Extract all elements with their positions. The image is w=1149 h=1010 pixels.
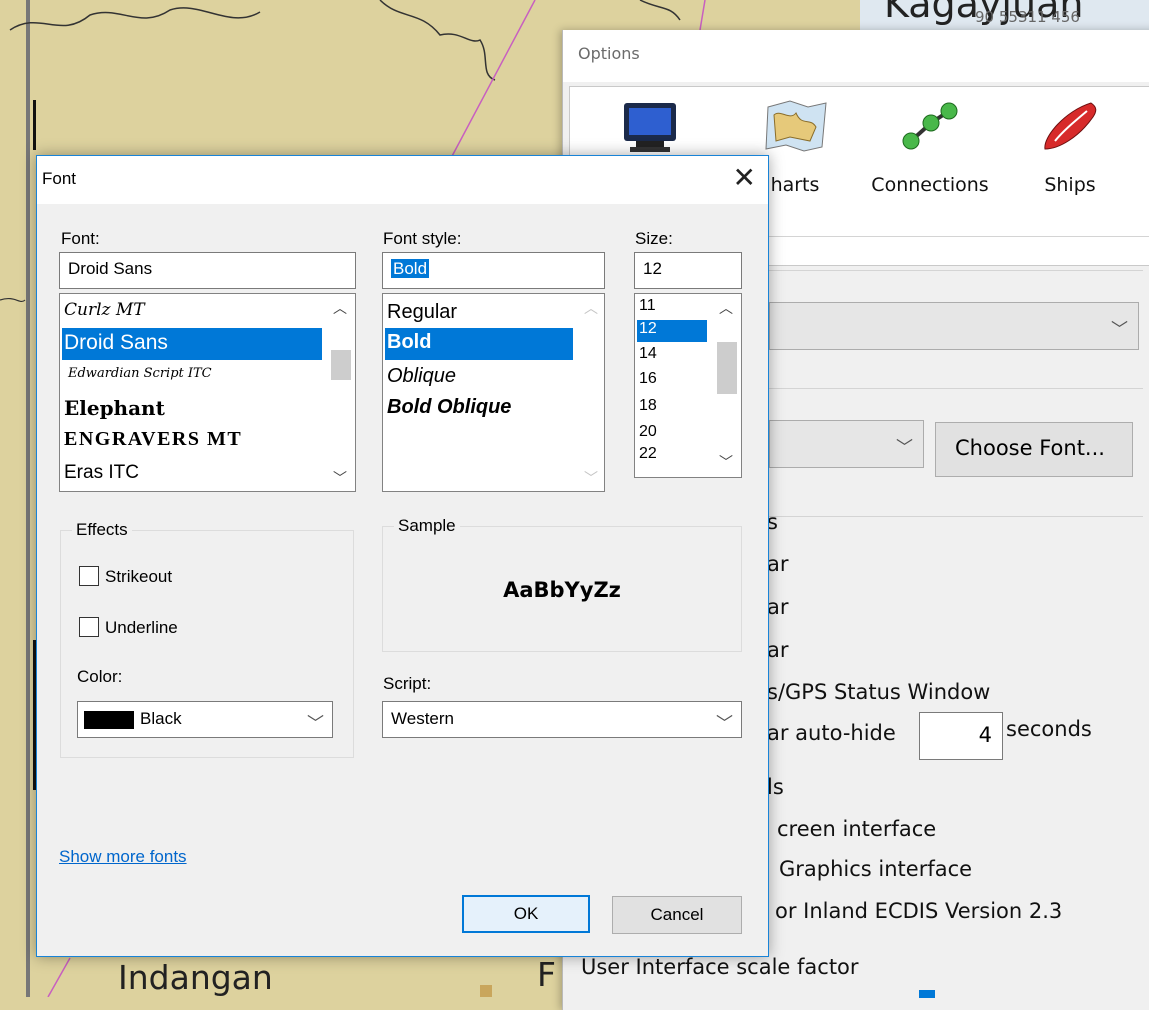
toolbar-ships-label: Ships [1044, 174, 1096, 196]
chevron-down-icon: ﹀ [1111, 320, 1128, 340]
chevron-down-icon: ﹀ [896, 438, 913, 458]
option-text-ls[interactable]: ls [767, 775, 784, 799]
font-list-item[interactable]: Eras ITC [62, 460, 322, 491]
script-dropdown-value: Western [391, 709, 454, 728]
color-dropdown-value: Black [140, 709, 182, 728]
chevron-down-icon: ﹀ [307, 714, 324, 733]
font-style-input[interactable]: Bold [382, 252, 605, 289]
sample-label: Sample [394, 516, 460, 536]
show-more-fonts-link[interactable]: Show more fonts [59, 847, 187, 867]
font-list-item[interactable]: Elephant [62, 394, 322, 426]
chevron-down-icon[interactable]: ﹀ [325, 468, 355, 488]
script-label: Script: [383, 674, 432, 693]
size-list-item[interactable]: 22 [637, 445, 707, 467]
font-list-item[interactable]: Edwardian Script ITC [62, 362, 322, 392]
option-text-ar3[interactable]: ar [767, 638, 789, 662]
autohide-seconds-input[interactable]: 4 [919, 712, 1003, 760]
chevron-up-icon[interactable]: ︿ [711, 298, 741, 318]
display-icon [624, 103, 676, 152]
size-list-item[interactable]: 16 [637, 370, 707, 392]
font-list-scroll-thumb[interactable] [331, 350, 351, 380]
ship-icon [1044, 102, 1097, 150]
toolbar-ships[interactable]: Ships [1020, 97, 1120, 196]
option-autohide[interactable]: ar auto-hide [767, 721, 896, 745]
font-style-label: Font style: [383, 229, 462, 248]
font-style-input-value: Bold [391, 259, 430, 278]
cancel-button[interactable]: Cancel [612, 896, 742, 934]
size-list-item[interactable]: 18 [637, 397, 707, 419]
font-list[interactable]: Curlz MT Droid Sans Edwardian Script ITC… [59, 293, 356, 492]
color-label: Color: [77, 667, 123, 686]
chevron-up-icon: ︿ [584, 300, 598, 316]
font-list-item[interactable]: Curlz MT [62, 298, 322, 330]
font-name-input[interactable]: Droid Sans [59, 252, 356, 289]
size-input[interactable]: 12 [634, 252, 742, 289]
option-gps-status-window[interactable]: s/GPS Status Window [767, 680, 990, 704]
font-style-scrollbar[interactable]: ︿ ﹀ [578, 294, 604, 491]
color-dropdown[interactable]: Black ﹀ [77, 701, 333, 738]
toolbar-connections-label: Connections [871, 174, 989, 196]
charts-icon [765, 100, 827, 152]
toolbar-connections[interactable]: Connections [860, 97, 1000, 196]
autohide-seconds-value: 4 [978, 723, 992, 747]
font-style-item[interactable]: Regular [385, 298, 573, 330]
effects-label: Effects [72, 520, 132, 540]
choose-font-label: Choose Font... [955, 436, 1105, 460]
font-dialog: Font ✕ Font: Droid Sans Curlz MT Droid S… [36, 155, 769, 957]
font-style-list[interactable]: Regular Bold Oblique Bold Oblique ︿ ﹀ [382, 293, 605, 492]
chart-frame-line [26, 0, 30, 997]
map-label-indangan: Indangan [118, 958, 273, 997]
size-list[interactable]: 11 12 14 16 18 20 22 ︿ ﹀ [634, 293, 742, 478]
option-text-ar1[interactable]: ar [767, 552, 789, 576]
option-touchscreen-interface[interactable]: creen interface [777, 817, 936, 841]
font-label: Font: [61, 229, 100, 248]
strikeout-checkbox[interactable] [79, 566, 99, 586]
close-icon[interactable]: ✕ [733, 161, 756, 194]
chevron-down-icon: ﹀ [716, 714, 733, 733]
seconds-label: seconds [1006, 717, 1092, 741]
chevron-down-icon: ﹀ [584, 470, 598, 486]
ok-button[interactable]: OK [462, 895, 590, 933]
font-style-item[interactable]: Bold Oblique [385, 394, 573, 426]
script-dropdown[interactable]: Western ﹀ [382, 701, 742, 738]
ui-scale-factor-label: User Interface scale factor [581, 955, 859, 979]
options-combo-1[interactable]: ﹀ [769, 302, 1139, 350]
underline-checkbox[interactable] [79, 617, 99, 637]
option-text-ar2[interactable]: ar [767, 595, 789, 619]
map-label-coordinates: 90 55311 456 [975, 8, 1080, 26]
size-list-item[interactable]: 11 [637, 297, 707, 319]
option-inland-ecdis[interactable]: or Inland ECDIS Version 2.3 [775, 899, 1062, 923]
font-list-item[interactable]: ENGRAVERS MT [62, 426, 322, 458]
size-list-scroll-thumb[interactable] [717, 342, 737, 394]
options-title: Options [563, 30, 1149, 82]
underline-label[interactable]: Underline [105, 618, 178, 638]
font-dialog-title: Font [42, 169, 77, 188]
choose-font-button[interactable]: Choose Font... [935, 422, 1133, 477]
font-list-item-selected[interactable]: Droid Sans [62, 328, 322, 360]
size-list-item-selected[interactable]: 12 [637, 320, 707, 342]
color-swatch [84, 711, 134, 729]
font-style-item-selected[interactable]: Bold [385, 328, 573, 360]
size-list-item[interactable]: 14 [637, 345, 707, 367]
chevron-up-icon[interactable]: ︿ [325, 298, 355, 318]
option-graphics-interface[interactable]: Graphics interface [779, 857, 972, 881]
font-style-item[interactable]: Oblique [385, 362, 573, 394]
sample-preview-text: AaBbYyZz [503, 578, 621, 602]
connections-icon [902, 102, 958, 150]
strikeout-label[interactable]: Strikeout [105, 567, 172, 587]
toolbar-display[interactable] [610, 97, 690, 160]
options-combo-2[interactable]: ﹀ [769, 420, 924, 468]
size-label: Size: [635, 229, 673, 248]
chevron-down-icon[interactable]: ﹀ [711, 452, 741, 472]
font-list-scrollbar[interactable]: ︿ ﹀ [325, 294, 355, 491]
size-list-scrollbar[interactable]: ︿ ﹀ [711, 294, 741, 477]
map-label-partial: F [537, 955, 556, 994]
font-dialog-titlebar[interactable]: Font ✕ [37, 156, 768, 204]
size-list-item[interactable]: 20 [637, 423, 707, 445]
